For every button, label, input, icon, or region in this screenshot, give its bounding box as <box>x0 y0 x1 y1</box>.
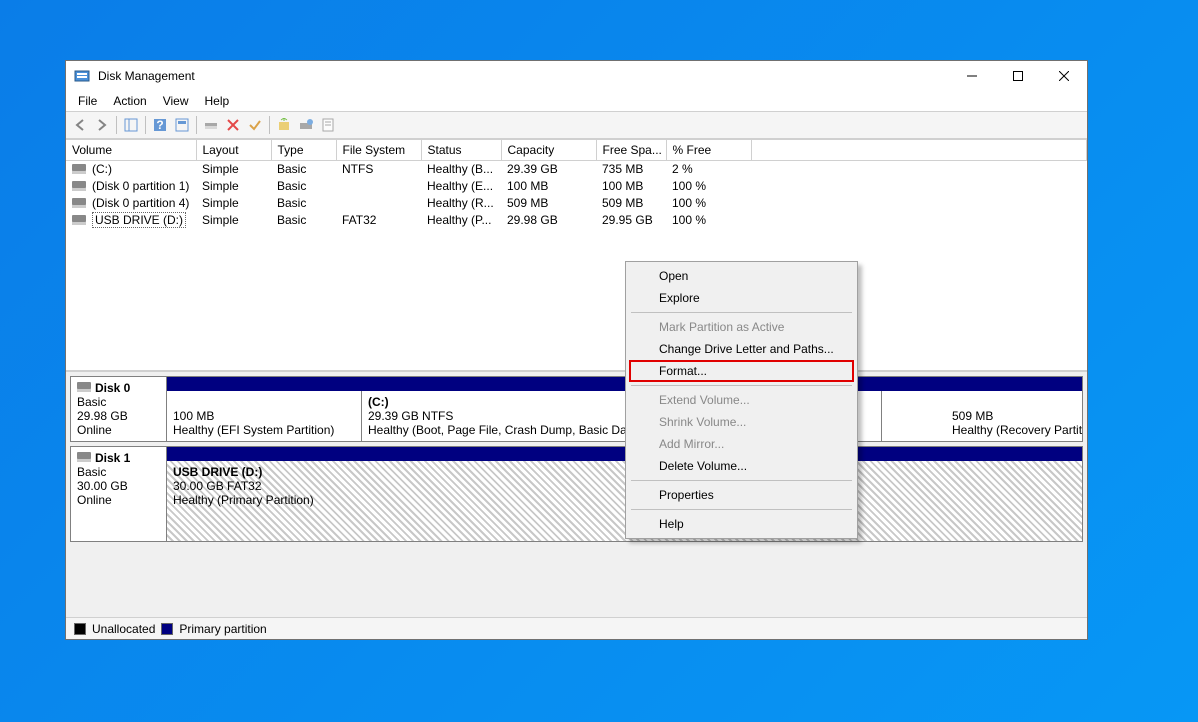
col-layout[interactable]: Layout <box>196 140 271 160</box>
col-fs[interactable]: File System <box>336 140 421 160</box>
disk-header[interactable]: Disk 1 Basic 30.00 GB Online <box>71 447 167 541</box>
ctx-shrink: Shrink Volume... <box>629 411 854 433</box>
ctx-extend: Extend Volume... <box>629 389 854 411</box>
menu-view[interactable]: View <box>155 92 197 110</box>
menubar: File Action View Help <box>66 91 1087 111</box>
ctx-open[interactable]: Open <box>629 265 854 287</box>
partition[interactable]: 509 MB Healthy (Recovery Partition) <box>882 391 1082 441</box>
context-menu: Open Explore Mark Partition as Active Ch… <box>625 261 858 539</box>
col-type[interactable]: Type <box>271 140 336 160</box>
legend: Unallocated Primary partition <box>66 617 1087 639</box>
disk-row-1[interactable]: Disk 1 Basic 30.00 GB Online USB DRIVE (… <box>70 446 1083 542</box>
content-area: Volume Layout Type File System Status Ca… <box>66 139 1087 639</box>
menu-help[interactable]: Help <box>197 92 238 110</box>
properties-button[interactable] <box>318 115 338 135</box>
svg-text:?: ? <box>156 118 163 132</box>
ctx-separator <box>631 480 852 481</box>
col-status[interactable]: Status <box>421 140 501 160</box>
ctx-format[interactable]: Format... <box>629 360 854 382</box>
ctx-separator <box>631 385 852 386</box>
col-pct[interactable]: % Free <box>666 140 751 160</box>
ctx-mirror: Add Mirror... <box>629 433 854 455</box>
volume-row[interactable]: (Disk 0 partition 4)SimpleBasicHealthy (… <box>66 194 1087 211</box>
ctx-separator <box>631 509 852 510</box>
col-free[interactable]: Free Spa... <box>596 140 666 160</box>
column-headers[interactable]: Volume Layout Type File System Status Ca… <box>66 140 1087 160</box>
disk-graphical-view[interactable]: Disk 0 Basic 29.98 GB Online 100 MB Heal… <box>66 372 1087 617</box>
legend-label: Primary partition <box>179 622 266 636</box>
ctx-properties[interactable]: Properties <box>629 484 854 506</box>
col-capacity[interactable]: Capacity <box>501 140 596 160</box>
legend-swatch-primary <box>161 623 173 635</box>
ctx-explore[interactable]: Explore <box>629 287 854 309</box>
legend-swatch-unallocated <box>74 623 86 635</box>
close-button[interactable] <box>1041 61 1087 91</box>
window-title: Disk Management <box>98 69 949 83</box>
titlebar[interactable]: Disk Management <box>66 61 1087 91</box>
forward-button[interactable] <box>92 115 112 135</box>
show-hide-tree-button[interactable] <box>121 115 141 135</box>
menu-file[interactable]: File <box>70 92 105 110</box>
menu-action[interactable]: Action <box>105 92 154 110</box>
col-volume[interactable]: Volume <box>66 140 196 160</box>
legend-label: Unallocated <box>92 622 155 636</box>
volume-row[interactable]: (C:)SimpleBasicNTFSHealthy (B...29.39 GB… <box>66 160 1087 177</box>
volume-row[interactable]: (Disk 0 partition 1)SimpleBasicHealthy (… <box>66 177 1087 194</box>
minimize-button[interactable] <box>949 61 995 91</box>
settings-button[interactable] <box>172 115 192 135</box>
app-icon <box>74 68 90 84</box>
help-button[interactable]: ? <box>150 115 170 135</box>
check-button[interactable] <box>245 115 265 135</box>
toolbar: ? <box>66 111 1087 139</box>
maximize-button[interactable] <box>995 61 1041 91</box>
disk-row-0[interactable]: Disk 0 Basic 29.98 GB Online 100 MB Heal… <box>70 376 1083 442</box>
delete-button[interactable] <box>223 115 243 135</box>
volume-list[interactable]: Volume Layout Type File System Status Ca… <box>66 140 1087 372</box>
ctx-delete[interactable]: Delete Volume... <box>629 455 854 477</box>
partition[interactable]: 100 MB Healthy (EFI System Partition) <box>167 391 362 441</box>
ctx-separator <box>631 312 852 313</box>
disk-management-window: Disk Management File Action View Help ? <box>65 60 1088 640</box>
ctx-help[interactable]: Help <box>629 513 854 535</box>
ctx-change-letter[interactable]: Change Drive Letter and Paths... <box>629 338 854 360</box>
action2-button[interactable] <box>296 115 316 135</box>
refresh-button[interactable] <box>201 115 221 135</box>
action1-button[interactable] <box>274 115 294 135</box>
ctx-mark-active: Mark Partition as Active <box>629 316 854 338</box>
back-button[interactable] <box>70 115 90 135</box>
volume-row-selected[interactable]: USB DRIVE (D:)SimpleBasicFAT32Healthy (P… <box>66 211 1087 228</box>
disk-header[interactable]: Disk 0 Basic 29.98 GB Online <box>71 377 167 441</box>
